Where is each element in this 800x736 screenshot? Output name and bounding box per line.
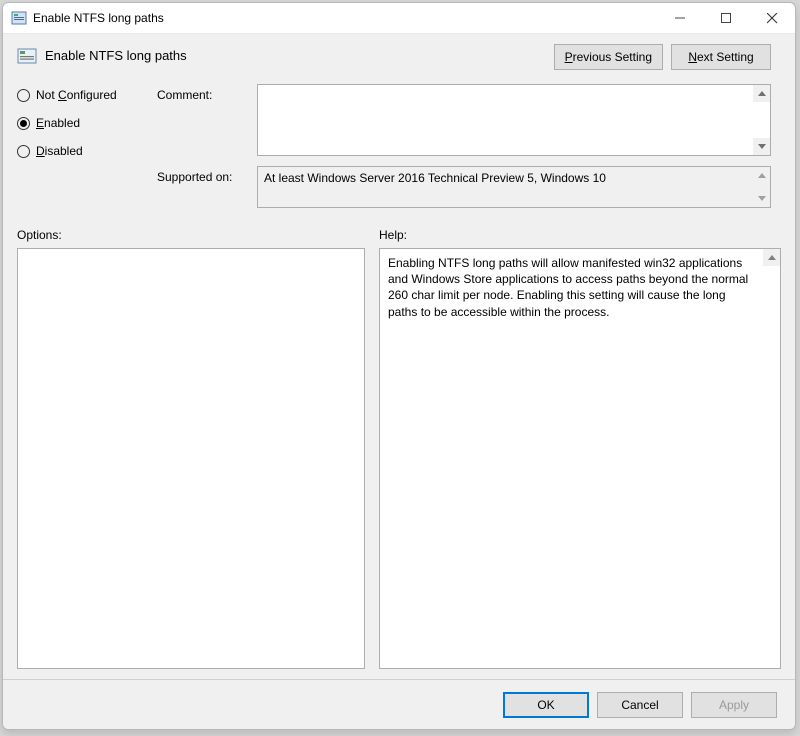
dialog-content: Enable NTFS long paths Previous Setting … — [3, 34, 795, 679]
window-title: Enable NTFS long paths — [33, 11, 657, 25]
supported-on-box: At least Windows Server 2016 Technical P… — [257, 166, 771, 208]
nav-buttons: Previous Setting Next Setting — [554, 44, 771, 70]
policy-sysicon — [11, 10, 27, 26]
maximize-button[interactable] — [703, 3, 749, 34]
cancel-button[interactable]: Cancel — [597, 692, 683, 718]
help-panel: Enabling NTFS long paths will allow mani… — [379, 248, 781, 669]
comment-input[interactable] — [257, 84, 771, 156]
radio-icon — [17, 117, 30, 130]
radio-icon — [17, 145, 30, 158]
field-column: Comment: Supported on: At least Windows … — [157, 84, 781, 218]
scroll-down-icon[interactable] — [753, 190, 770, 207]
apply-button: Apply — [691, 692, 777, 718]
options-label: Options: — [17, 228, 379, 242]
comment-row: Comment: — [157, 84, 781, 156]
config-row: Not Configured Enabled Disabled Comment: — [3, 76, 795, 218]
dialog-button-bar: OK Cancel Apply — [3, 679, 795, 729]
radio-enabled[interactable]: Enabled — [17, 116, 157, 130]
scroll-up-icon[interactable] — [753, 167, 770, 184]
policy-icon — [17, 46, 37, 66]
radio-icon — [17, 89, 30, 102]
radio-disabled[interactable]: Disabled — [17, 144, 157, 158]
mid-labels: Options: Help: — [3, 218, 795, 248]
radio-not-configured[interactable]: Not Configured — [17, 88, 157, 102]
policy-name: Enable NTFS long paths — [45, 44, 554, 63]
scroll-up-icon[interactable] — [753, 85, 770, 102]
supported-row: Supported on: At least Windows Server 20… — [157, 166, 781, 208]
header-row: Enable NTFS long paths Previous Setting … — [3, 34, 795, 76]
scroll-up-icon[interactable] — [763, 249, 780, 266]
help-text: Enabling NTFS long paths will allow mani… — [380, 249, 780, 326]
comment-label: Comment: — [157, 84, 257, 156]
options-panel — [17, 248, 365, 669]
ok-button[interactable]: OK — [503, 692, 589, 718]
close-button[interactable] — [749, 3, 795, 34]
next-setting-button[interactable]: Next Setting — [671, 44, 771, 70]
minimize-button[interactable] — [657, 3, 703, 34]
panels-row: Enabling NTFS long paths will allow mani… — [3, 248, 795, 679]
supported-label: Supported on: — [157, 166, 257, 208]
scroll-down-icon[interactable] — [753, 138, 770, 155]
previous-setting-button[interactable]: Previous Setting — [554, 44, 663, 70]
state-radio-group: Not Configured Enabled Disabled — [17, 84, 157, 218]
dialog-window: Enable NTFS long paths Enable NTFS long … — [2, 2, 796, 730]
titlebar: Enable NTFS long paths — [3, 3, 795, 34]
help-label: Help: — [379, 228, 781, 242]
supported-on-text: At least Windows Server 2016 Technical P… — [264, 171, 606, 185]
